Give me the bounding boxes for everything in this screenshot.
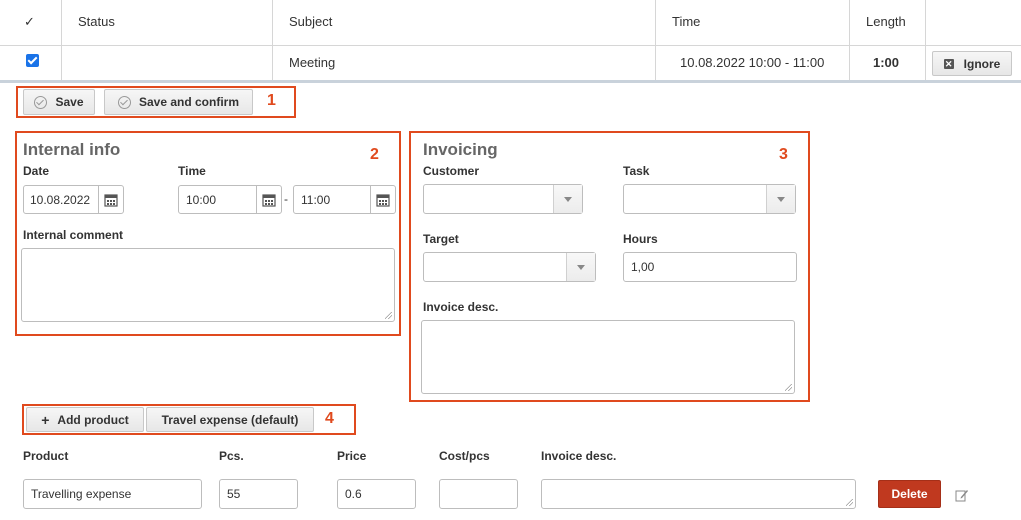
row-status <box>62 46 273 80</box>
target-select[interactable] <box>423 252 596 282</box>
product-desc-header: Invoice desc. <box>541 449 617 463</box>
cost-field[interactable] <box>439 479 518 509</box>
hours-label: Hours <box>623 232 658 246</box>
row-actions-cell: ✕ Ignore <box>926 46 1021 80</box>
travel-expense-button[interactable]: Travel expense (default) <box>146 407 314 432</box>
customer-label: Customer <box>423 164 480 178</box>
internal-comment-label: Internal comment <box>23 228 124 242</box>
invoicing-title: Invoicing <box>423 140 498 159</box>
calendar-icon[interactable] <box>98 185 123 214</box>
save-confirm-label: Save and confirm <box>138 95 240 109</box>
row-length: 1:00 <box>850 46 926 80</box>
resize-handle-icon[interactable] <box>785 384 792 391</box>
product-value: Travelling expense <box>31 487 132 501</box>
add-product-button[interactable]: + Add product <box>26 407 144 432</box>
price-field[interactable]: 0.6 <box>337 479 416 509</box>
check-circle-icon <box>117 95 131 109</box>
calendar-icon[interactable] <box>370 185 395 214</box>
calendar-icon[interactable] <box>256 185 281 214</box>
invoice-desc-label: Invoice desc. <box>423 300 499 314</box>
invoice-desc-textarea[interactable] <box>421 320 795 394</box>
header-length[interactable]: Length <box>850 0 926 46</box>
add-product-label: Add product <box>57 412 129 427</box>
marker-1: 1 <box>267 92 276 109</box>
resize-handle-icon[interactable] <box>846 499 853 506</box>
internal-info-title: Internal info <box>23 140 121 159</box>
pcs-header: Pcs. <box>219 449 244 463</box>
date-label: Date <box>23 164 50 178</box>
time-label: Time <box>178 164 206 178</box>
marker-4: 4 <box>325 410 334 427</box>
date-field[interactable]: 10.08.2022 <box>23 185 124 214</box>
save-and-confirm-button[interactable]: Save and confirm <box>104 89 253 115</box>
chevron-down-icon[interactable] <box>553 185 582 213</box>
save-button[interactable]: Save <box>23 89 95 115</box>
header-check[interactable]: ✓ <box>0 0 62 46</box>
task-label: Task <box>623 164 650 178</box>
delete-button[interactable]: Delete <box>878 480 941 508</box>
product-desc-textarea[interactable] <box>541 479 856 509</box>
product-header: Product <box>23 449 69 463</box>
ignore-button[interactable]: ✕ Ignore <box>932 51 1012 76</box>
pcs-value: 55 <box>227 487 241 501</box>
row-checkbox-cell[interactable] <box>0 46 62 80</box>
edit-icon[interactable] <box>955 488 969 502</box>
header-time[interactable]: Time <box>656 0 850 46</box>
save-label: Save <box>55 95 84 109</box>
cost-header: Cost/pcs <box>439 449 490 463</box>
row-checkbox[interactable] <box>26 54 39 67</box>
header-subject[interactable]: Subject <box>273 0 656 46</box>
internal-comment-textarea[interactable] <box>21 248 395 322</box>
price-header: Price <box>337 449 367 463</box>
task-select[interactable] <box>623 184 796 214</box>
delete-label: Delete <box>891 487 928 501</box>
chevron-down-icon[interactable] <box>766 185 795 213</box>
marker-3: 3 <box>779 146 788 163</box>
close-box-icon: ✕ <box>943 58 954 69</box>
customer-select[interactable] <box>423 184 583 214</box>
row-subject: Meeting <box>273 46 656 80</box>
pcs-field[interactable]: 55 <box>219 479 298 509</box>
time-separator: - <box>284 192 288 206</box>
row-separator <box>0 80 1021 83</box>
hours-value: 1,00 <box>631 260 655 274</box>
plus-icon: + <box>41 411 50 428</box>
resize-handle-icon[interactable] <box>385 312 392 319</box>
header-status[interactable]: Status <box>62 0 273 46</box>
target-label: Target <box>423 232 459 246</box>
marker-2: 2 <box>370 146 379 163</box>
time-from-value: 10:00 <box>186 192 217 207</box>
product-field[interactable]: Travelling expense <box>23 479 202 509</box>
check-circle-icon <box>34 95 48 109</box>
price-value: 0.6 <box>345 487 362 501</box>
travel-expense-label: Travel expense (default) <box>161 412 299 427</box>
header-actions <box>926 0 1021 46</box>
row-time: 10.08.2022 10:00 - 11:00 <box>656 46 850 80</box>
date-value: 10.08.2022 <box>30 192 91 207</box>
time-to-value: 11:00 <box>301 192 331 207</box>
time-from-field[interactable]: 10:00 <box>178 185 282 214</box>
time-to-field[interactable]: 11:00 <box>293 185 396 214</box>
ignore-label: Ignore <box>963 56 1001 71</box>
hours-field[interactable]: 1,00 <box>623 252 797 282</box>
chevron-down-icon[interactable] <box>566 253 595 281</box>
